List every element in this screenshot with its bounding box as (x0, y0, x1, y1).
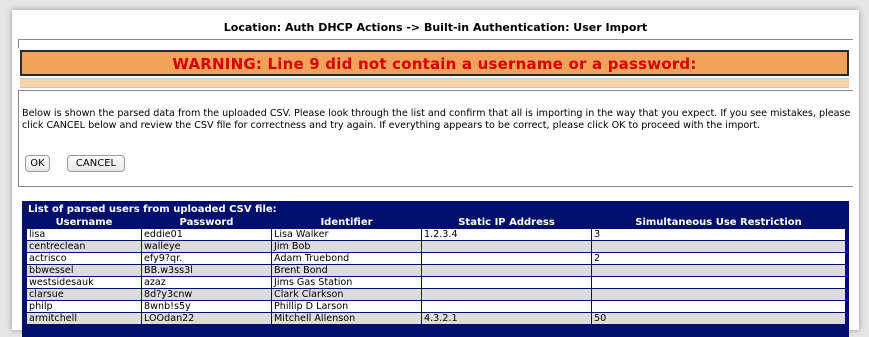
parsed-users-table: Username Password Identifier Static IP A… (26, 217, 846, 325)
warning-message: WARNING: Line 9 did not contain a userna… (172, 55, 697, 73)
column-header-identifier: Identifier (320, 217, 373, 228)
cell-password: eddie01 (141, 228, 272, 241)
divider (18, 90, 19, 186)
divider (18, 90, 853, 91)
location-breadcrumb: Location: Auth DHCP Actions -> Built-in … (223, 21, 648, 34)
divider (18, 39, 19, 48)
cell-password: walleye (141, 240, 272, 253)
cell-password: LOOdan22 (141, 312, 272, 325)
cell-static-ip: 4.3.2.1 (421, 312, 592, 325)
cell-static-ip (421, 264, 592, 277)
cell-simultaneous-use (591, 264, 846, 277)
table-caption: List of parsed users from uploaded CSV f… (28, 204, 277, 215)
divider (18, 186, 853, 187)
cell-static-ip (421, 276, 592, 289)
cell-simultaneous-use: 50 (591, 312, 846, 325)
table-row: lisa eddie01 Lisa Walker 1.2.3.4 3 (26, 228, 846, 241)
cell-username: clarsue (26, 288, 142, 301)
cell-static-ip: 1.2.3.4 (421, 228, 592, 241)
table-row: actrisco efy9?qr. Adam Truebond 2 (26, 252, 846, 265)
cell-simultaneous-use (591, 300, 846, 313)
cell-password: 8d?y3cnw (141, 288, 272, 301)
cell-username: armitchell (26, 312, 142, 325)
cell-username: philp (26, 300, 142, 313)
table-row: clarsue 8d?y3cnw Clark Clarkson (26, 288, 846, 301)
cell-identifier: Mitchell Allenson (271, 312, 422, 325)
table-row: armitchell LOOdan22 Mitchell Allenson 4.… (26, 312, 846, 325)
cell-static-ip (421, 252, 592, 265)
cell-identifier: Brent Bond (271, 264, 422, 277)
column-header-simultaneous-use: Simultaneous Use Restriction (635, 217, 802, 228)
warning-banner: WARNING: Line 9 did not contain a userna… (20, 50, 849, 76)
cell-identifier: Phillip D Larson (271, 300, 422, 313)
parsed-users-panel: List of parsed users from uploaded CSV f… (22, 201, 849, 337)
cell-simultaneous-use: 2 (591, 252, 846, 265)
table-row: centreclean walleye Jim Bob (26, 240, 846, 253)
cell-username: bbwessel (26, 264, 142, 277)
cell-simultaneous-use: 3 (591, 228, 846, 241)
cell-password: azaz (141, 276, 272, 289)
cell-password: BB.w3ss3l (141, 264, 272, 277)
cell-username: centreclean (26, 240, 142, 253)
table-row: bbwessel BB.w3ss3l Brent Bond (26, 264, 846, 277)
cell-static-ip (421, 240, 592, 253)
table-row: philp 8wnb!s5y Phillip D Larson (26, 300, 846, 313)
warning-strip (20, 78, 849, 88)
cell-simultaneous-use (591, 288, 846, 301)
column-header-static-ip: Static IP Address (458, 217, 555, 228)
cell-identifier: Jims Gas Station (271, 276, 422, 289)
cell-simultaneous-use (591, 240, 846, 253)
cell-username: actrisco (26, 252, 142, 265)
cell-password: 8wnb!s5y (141, 300, 272, 313)
table-row: westsidesauk azaz Jims Gas Station (26, 276, 846, 289)
cell-identifier: Jim Bob (271, 240, 422, 253)
cell-simultaneous-use (591, 276, 846, 289)
cancel-button[interactable]: CANCEL (67, 155, 125, 172)
import-page: Location: Auth DHCP Actions -> Built-in … (12, 10, 859, 337)
cell-username: westsidesauk (26, 276, 142, 289)
cell-identifier: Clark Clarkson (271, 288, 422, 301)
ok-button[interactable]: OK (25, 155, 50, 172)
cell-static-ip (421, 300, 592, 313)
instructions-text: Below is shown the parsed data from the … (22, 108, 851, 131)
column-header-password: Password (179, 217, 234, 228)
cell-identifier: Lisa Walker (271, 228, 422, 241)
column-header-username: Username (55, 217, 113, 228)
cell-password: efy9?qr. (141, 252, 272, 265)
divider (18, 39, 853, 40)
cell-identifier: Adam Truebond (271, 252, 422, 265)
table-header-row: Username Password Identifier Static IP A… (27, 217, 846, 229)
cell-username: lisa (26, 228, 142, 241)
cell-static-ip (421, 288, 592, 301)
